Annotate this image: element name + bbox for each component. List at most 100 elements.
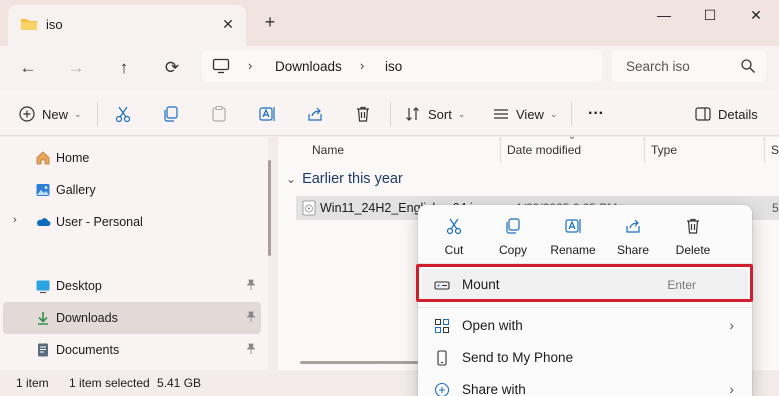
- open-with-label: Open with: [462, 318, 523, 333]
- rename-icon: [259, 107, 275, 121]
- column-header-date[interactable]: Date modified: [507, 143, 581, 157]
- group-label: Earlier this year: [302, 171, 403, 187]
- open-with-icon: [435, 319, 449, 333]
- copy-label: Copy: [498, 243, 527, 257]
- pin-icon[interactable]: [245, 279, 257, 291]
- details-pane-icon: [695, 107, 711, 121]
- sidebar-item-home[interactable]: Home: [3, 142, 261, 174]
- mount-menu-item[interactable]: Mount Enter: [422, 269, 748, 301]
- paste-button[interactable]: [210, 103, 228, 125]
- rename-button[interactable]: [258, 103, 276, 125]
- sidebar-item-onedrive[interactable]: › User - Personal: [3, 206, 261, 238]
- sort-icon: [406, 107, 419, 121]
- close-window-button[interactable]: ✕: [733, 0, 779, 32]
- context-rename-button[interactable]: Rename: [548, 217, 598, 257]
- context-cut-button[interactable]: Cut: [429, 217, 479, 257]
- refresh-button[interactable]: ⟳: [158, 54, 186, 82]
- new-tab-button[interactable]: +: [259, 12, 281, 34]
- search-placeholder: Search iso: [626, 59, 690, 74]
- context-delete-button[interactable]: Delete: [668, 217, 718, 257]
- sidebar-item-gallery[interactable]: Gallery: [3, 174, 261, 206]
- chevron-down-icon: ⌄: [457, 108, 466, 119]
- chevron-down-icon: ⌄: [286, 172, 297, 186]
- cut-label: Cut: [444, 243, 464, 257]
- selection-size: 5.41 GB: [157, 376, 202, 390]
- details-label: Details: [718, 106, 758, 122]
- disc-image-icon: [302, 200, 316, 216]
- column-header-size[interactable]: S: [771, 143, 779, 157]
- scissors-icon: [115, 106, 131, 123]
- cut-button[interactable]: [114, 103, 132, 125]
- sidebar-item-desktop[interactable]: Desktop: [3, 270, 261, 302]
- horizontal-scrollbar[interactable]: [300, 361, 418, 364]
- tab-iso[interactable]: iso ✕: [8, 5, 246, 46]
- trash-icon: [687, 218, 699, 234]
- details-button[interactable]: Details: [694, 103, 758, 125]
- column-divider[interactable]: [764, 137, 765, 163]
- sidebar-item-downloads[interactable]: Downloads: [3, 302, 261, 334]
- address-field[interactable]: › Downloads › iso: [202, 50, 602, 82]
- menu-divider: [418, 307, 752, 308]
- search-input[interactable]: Search iso: [612, 50, 766, 82]
- item-count: 1 item: [16, 376, 49, 390]
- share-with-icon: [434, 382, 450, 396]
- sidebar-scrollbar[interactable]: [268, 160, 271, 256]
- home-icon: [36, 151, 50, 165]
- divider: [97, 102, 98, 126]
- share-with-label: Share with: [462, 382, 526, 396]
- chevron-down-icon: ⌄: [74, 108, 82, 119]
- group-header[interactable]: ⌄ Earlier this year: [286, 171, 403, 187]
- onedrive-icon: [37, 218, 51, 226]
- breadcrumb-downloads[interactable]: Downloads: [275, 59, 342, 74]
- minimize-button[interactable]: —: [641, 0, 687, 32]
- sort-button[interactable]: Sort ⌄: [404, 103, 465, 125]
- documents-icon: [38, 343, 48, 357]
- copy-icon: [506, 218, 520, 234]
- new-button[interactable]: New ⌄: [18, 103, 82, 125]
- send-to-phone-menu-item[interactable]: Send to My Phone: [422, 342, 748, 374]
- file-size: 5: [772, 201, 779, 215]
- pin-icon[interactable]: [245, 343, 257, 355]
- column-divider[interactable]: [500, 137, 501, 163]
- context-copy-button[interactable]: Copy: [488, 217, 538, 257]
- share-button[interactable]: [306, 103, 324, 125]
- tab-close-icon[interactable]: ✕: [218, 14, 238, 34]
- view-label: View: [516, 106, 544, 122]
- column-header-name[interactable]: Name: [312, 143, 344, 157]
- more-options-button[interactable]: ···: [588, 103, 604, 125]
- sidebar-item-documents[interactable]: Documents: [3, 334, 261, 366]
- context-share-button[interactable]: Share: [608, 217, 658, 257]
- copy-icon: [164, 106, 178, 122]
- sort-label: Sort: [428, 106, 452, 122]
- view-lines-icon: [494, 109, 508, 119]
- copy-button[interactable]: [162, 103, 180, 125]
- view-button[interactable]: View ⌄: [492, 103, 558, 125]
- maximize-button[interactable]: ☐: [687, 0, 733, 32]
- share-icon: [308, 107, 322, 121]
- send-to-phone-label: Send to My Phone: [462, 350, 574, 365]
- mount-drive-icon: [434, 281, 450, 290]
- up-button[interactable]: ↑: [110, 54, 138, 82]
- menu-divider: [418, 263, 752, 264]
- breadcrumb-chevron-icon: ›: [360, 58, 365, 73]
- open-with-menu-item[interactable]: Open with ›: [422, 310, 748, 342]
- column-header-type[interactable]: Type: [651, 143, 677, 157]
- delete-button[interactable]: [354, 103, 372, 125]
- new-label: New: [42, 106, 69, 122]
- context-menu: Cut Copy Rename Share Delete Mount Enter…: [418, 205, 752, 396]
- downloads-icon: [38, 312, 48, 325]
- chevron-down-icon: ⌄: [549, 108, 558, 119]
- desktop-icon: [36, 280, 50, 294]
- divider: [571, 102, 572, 126]
- chevron-right-icon[interactable]: ›: [13, 214, 17, 226]
- pin-icon[interactable]: [245, 311, 257, 323]
- column-divider[interactable]: [644, 137, 645, 163]
- search-icon: [741, 59, 755, 73]
- clipboard-icon: [212, 105, 226, 122]
- mount-shortcut: Enter: [667, 278, 696, 292]
- gallery-icon: [36, 184, 50, 196]
- share-with-menu-item[interactable]: Share with ›: [422, 374, 748, 396]
- back-button[interactable]: ←: [14, 54, 42, 82]
- breadcrumb-iso[interactable]: iso: [385, 59, 402, 74]
- forward-button[interactable]: →: [62, 54, 90, 82]
